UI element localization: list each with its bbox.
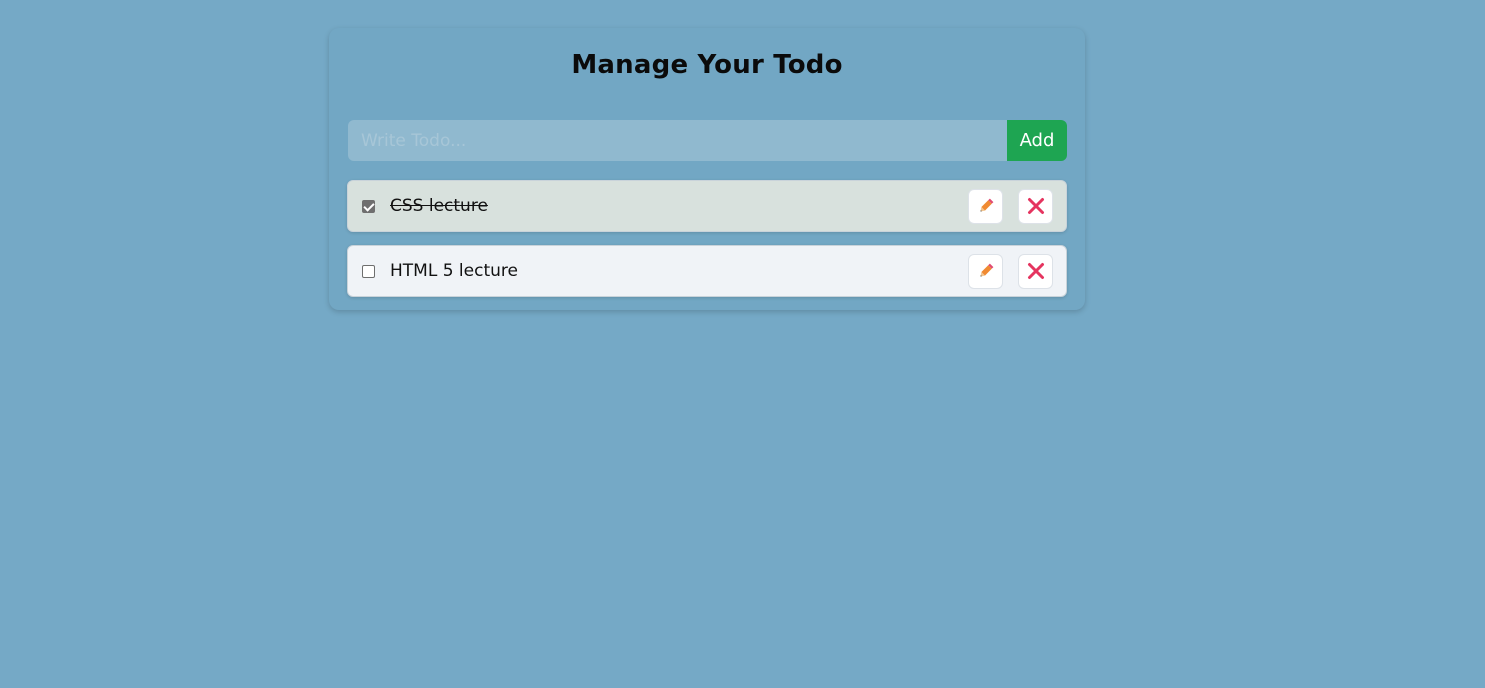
- pencil-icon: [977, 197, 995, 215]
- todo-checkbox[interactable]: [362, 264, 375, 278]
- todo-form: Add: [348, 120, 1067, 161]
- delete-button[interactable]: [1018, 188, 1053, 224]
- edit-button[interactable]: [968, 188, 1003, 224]
- close-icon: [1027, 197, 1045, 215]
- pencil-icon: [977, 262, 995, 280]
- add-button[interactable]: Add: [1007, 120, 1067, 161]
- close-icon: [1027, 262, 1045, 280]
- todo-item: HTML 5 lecture: [347, 245, 1067, 297]
- todo-text: HTML 5 lecture: [390, 261, 518, 281]
- todo-checkbox[interactable]: [362, 199, 375, 213]
- todo-item: CSS lecture: [347, 180, 1067, 232]
- todo-text: CSS lecture: [390, 196, 488, 216]
- todo-input[interactable]: [348, 120, 1007, 161]
- page-title: Manage Your Todo: [571, 50, 843, 80]
- edit-button[interactable]: [968, 253, 1003, 289]
- todo-card: Manage Your Todo Add CSS lecture: [329, 28, 1085, 310]
- delete-button[interactable]: [1018, 253, 1053, 289]
